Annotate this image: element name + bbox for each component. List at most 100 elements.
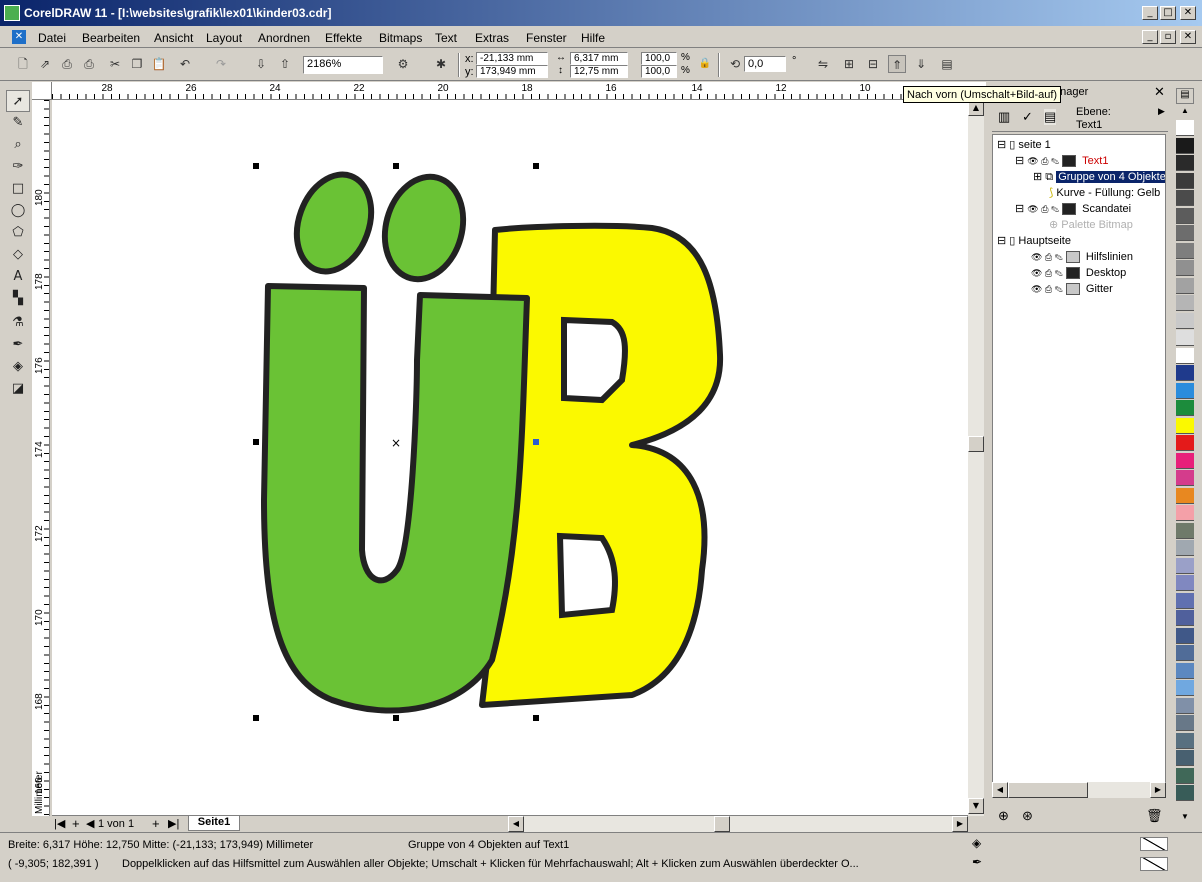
group-icon[interactable]: ⊞ [840, 55, 858, 73]
fill-indicator-icon[interactable]: ◈ [972, 836, 981, 850]
redo-icon[interactable]: ↷ [212, 55, 230, 73]
freehand-tool-icon[interactable]: ✑ [6, 156, 30, 178]
page-tab[interactable]: Seite1 [188, 816, 240, 831]
palette-top-icon[interactable]: ▤ [1176, 88, 1194, 104]
palette-swatch[interactable] [1176, 767, 1194, 784]
zoom-tool-icon[interactable]: ⌕ [6, 134, 30, 156]
scroll-left-button[interactable]: ◀ [508, 816, 524, 832]
palette-swatch[interactable] [1176, 715, 1194, 731]
menu-hilfe[interactable]: Hilfe [581, 31, 605, 45]
zoom-select[interactable]: 2186% [303, 56, 383, 74]
fill-tool-icon[interactable]: ◈ [6, 356, 30, 378]
copy-icon[interactable]: ❐ [128, 55, 146, 73]
scroll-h-thumb[interactable] [714, 816, 730, 832]
palette-scroll-down[interactable]: ▼ [1176, 812, 1194, 824]
palette-swatch[interactable] [1176, 452, 1194, 469]
drawing-canvas[interactable]: × [52, 100, 968, 816]
tree-page-1[interactable]: ⊟ ▯ seite 1 [997, 138, 1051, 153]
first-page-button[interactable]: |◀ [54, 817, 65, 830]
palette-swatch[interactable] [1176, 732, 1194, 749]
paste-icon[interactable]: 📋 [150, 55, 168, 73]
palette-swatch[interactable] [1176, 347, 1194, 364]
palette-swatch[interactable] [1176, 155, 1194, 171]
tree-layer-text1[interactable]: ⊟ 👁 ⎙ ✎ Text1 [1015, 154, 1108, 169]
rotation-field[interactable]: 0,0 [744, 56, 786, 72]
tree-curve[interactable]: ⟆ Kurve - Füllung: Gelb [1049, 186, 1160, 201]
convert-curves-icon[interactable]: ▤ [938, 55, 956, 73]
shape-tool-icon[interactable]: ✎ [6, 112, 30, 134]
palette-swatch[interactable] [1176, 487, 1194, 504]
tree-layer-guides[interactable]: 👁 ⎙ ✎ Hilfslinien [1031, 250, 1133, 265]
doc-icon[interactable]: ✕ [12, 30, 26, 44]
palette-swatch[interactable] [1176, 365, 1194, 381]
palette-swatch[interactable] [1176, 382, 1194, 399]
doc-close-button[interactable]: ✕ [1180, 30, 1196, 44]
palette-swatch[interactable] [1176, 592, 1194, 609]
rectangle-tool-icon[interactable]: □ [6, 178, 30, 200]
tree-group[interactable]: ⊞ ⧉ Gruppe von 4 Objekten [1033, 170, 1165, 185]
menu-bitmaps[interactable]: Bitmaps [379, 31, 422, 45]
open-icon[interactable]: ⇗ [36, 55, 54, 73]
ungroup-icon[interactable]: ⊟ [864, 55, 882, 73]
palette-swatch[interactable] [1176, 627, 1194, 644]
palette-swatch[interactable] [1176, 610, 1194, 626]
new-icon[interactable]: 🗋 [14, 55, 32, 73]
tree-layer-scan[interactable]: ⊟ 👁 ⎙ ✎ Scandatei [1015, 202, 1131, 217]
vertical-scrollbar[interactable]: ▲ ▼ [968, 100, 984, 816]
height-field[interactable]: 12,75 mm [570, 65, 628, 78]
palette-swatch[interactable] [1176, 785, 1194, 801]
palette-swatch[interactable] [1176, 435, 1194, 451]
palette-swatch[interactable] [1176, 400, 1194, 416]
palette-swatch[interactable] [1176, 645, 1194, 661]
menu-bearbeiten[interactable]: Bearbeiten [82, 31, 140, 45]
scroll-right-button[interactable]: ▶ [1150, 782, 1166, 798]
menu-effekte[interactable]: Effekte [325, 31, 362, 45]
scale-y-field[interactable]: 100,0 [641, 65, 677, 78]
palette-swatch[interactable] [1176, 225, 1194, 241]
app-launcher-icon[interactable]: ⚙ [394, 55, 412, 73]
palette-swatch[interactable] [1176, 207, 1194, 224]
last-page-button[interactable]: ▶| [168, 817, 179, 830]
menu-datei[interactable]: Datei [38, 31, 66, 45]
to-front-icon[interactable]: ⇑ [888, 55, 906, 73]
palette-swatch[interactable] [1176, 540, 1194, 556]
palette-swatch[interactable] [1176, 330, 1194, 346]
fill-none-swatch[interactable] [1140, 837, 1168, 851]
palette-swatch[interactable] [1176, 697, 1194, 714]
palette-swatch[interactable] [1176, 680, 1194, 696]
cut-icon[interactable]: ✂ [106, 55, 124, 73]
eyedropper-icon[interactable]: ⚗ [6, 312, 30, 334]
edit-across-layers-icon[interactable]: ✓ [1022, 109, 1033, 125]
palette-swatch[interactable] [1176, 470, 1194, 486]
scale-x-field[interactable]: 100,0 [641, 52, 677, 65]
interactive-fill-icon[interactable]: ◪ [6, 378, 30, 400]
ellipse-tool-icon[interactable]: ◯ [6, 200, 30, 222]
minimize-button[interactable]: _ [1142, 6, 1158, 20]
tree-palette-bitmap[interactable]: ⊕ Palette Bitmap [1049, 218, 1133, 233]
palette-swatch[interactable] [1176, 662, 1194, 679]
export-icon[interactable]: ⇧ [276, 55, 294, 73]
scroll-left-button[interactable]: ◀ [992, 782, 1008, 798]
close-button[interactable]: ✕ [1180, 6, 1196, 20]
undo-icon[interactable]: ↶ [176, 55, 194, 73]
palette-swatch[interactable] [1176, 312, 1194, 329]
horizontal-scrollbar[interactable]: ◀ ▶ [508, 816, 968, 832]
save-icon[interactable]: ⎙ [58, 55, 76, 73]
outline-none-swatch[interactable] [1140, 857, 1168, 871]
palette-swatch[interactable] [1176, 190, 1194, 206]
menu-layout[interactable]: Layout [206, 31, 242, 45]
lock-ratio-icon[interactable]: 🔒 [696, 55, 714, 73]
scroll-right-button[interactable]: ▶ [952, 816, 968, 832]
menu-ansicht[interactable]: Ansicht [154, 31, 193, 45]
docker-close-icon[interactable]: ✕ [1154, 84, 1165, 100]
print-icon[interactable]: ⎙ [80, 55, 98, 73]
show-props-icon[interactable]: ▥ [998, 109, 1010, 125]
tree-layer-desktop[interactable]: 👁 ⎙ ✎ Desktop [1031, 266, 1126, 281]
doc-minimize-button[interactable]: _ [1142, 30, 1158, 44]
import-icon[interactable]: ⇩ [252, 55, 270, 73]
new-master-layer-icon[interactable]: ⊛ [1022, 808, 1033, 824]
scroll-down-button[interactable]: ▼ [968, 798, 984, 814]
menu-extras[interactable]: Extras [475, 31, 509, 45]
add-page-before-button[interactable]: + [72, 816, 80, 831]
outline-indicator-icon[interactable]: ✒ [972, 855, 982, 869]
